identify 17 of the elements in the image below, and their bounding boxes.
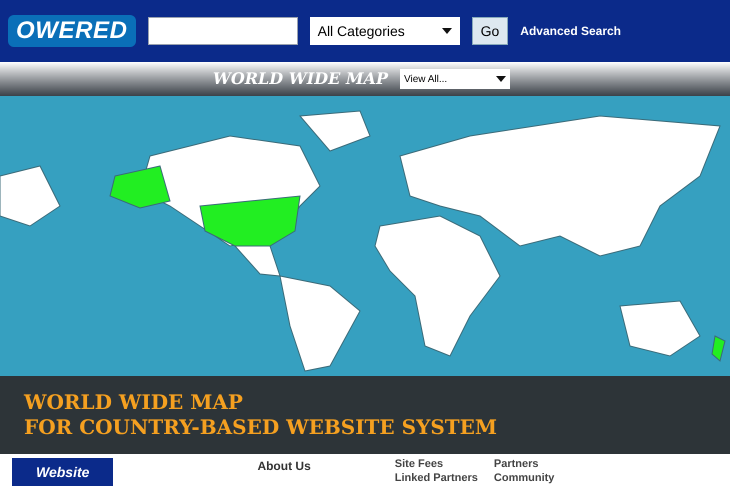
category-select[interactable]: All Categories	[310, 17, 460, 45]
website-banner: Website	[12, 458, 114, 486]
footer-link[interactable]: Community	[494, 472, 578, 486]
go-button[interactable]: Go	[472, 17, 508, 45]
map-title: WORLD WIDE MAP	[212, 68, 388, 90]
footer-link[interactable]: Linked Partners	[394, 472, 478, 486]
search-field[interactable]	[148, 17, 298, 45]
footer-link[interactable]: Partners	[494, 458, 578, 472]
advanced-search-link[interactable]: Advanced Search	[520, 23, 622, 39]
footer-link[interactable]: Site Fees	[394, 458, 478, 472]
region-filter-select[interactable]: View All...	[400, 69, 510, 89]
caption-text: WORLD WIDE MAP	[24, 390, 244, 415]
caret-icon	[442, 28, 452, 34]
about-us-link[interactable]: About Us	[257, 458, 311, 474]
caret-icon	[496, 76, 506, 82]
caption-text: FOR COUNTRY-BASED WEBSITE SYSTEM	[24, 415, 498, 440]
logo-text: OWERED	[8, 15, 136, 47]
